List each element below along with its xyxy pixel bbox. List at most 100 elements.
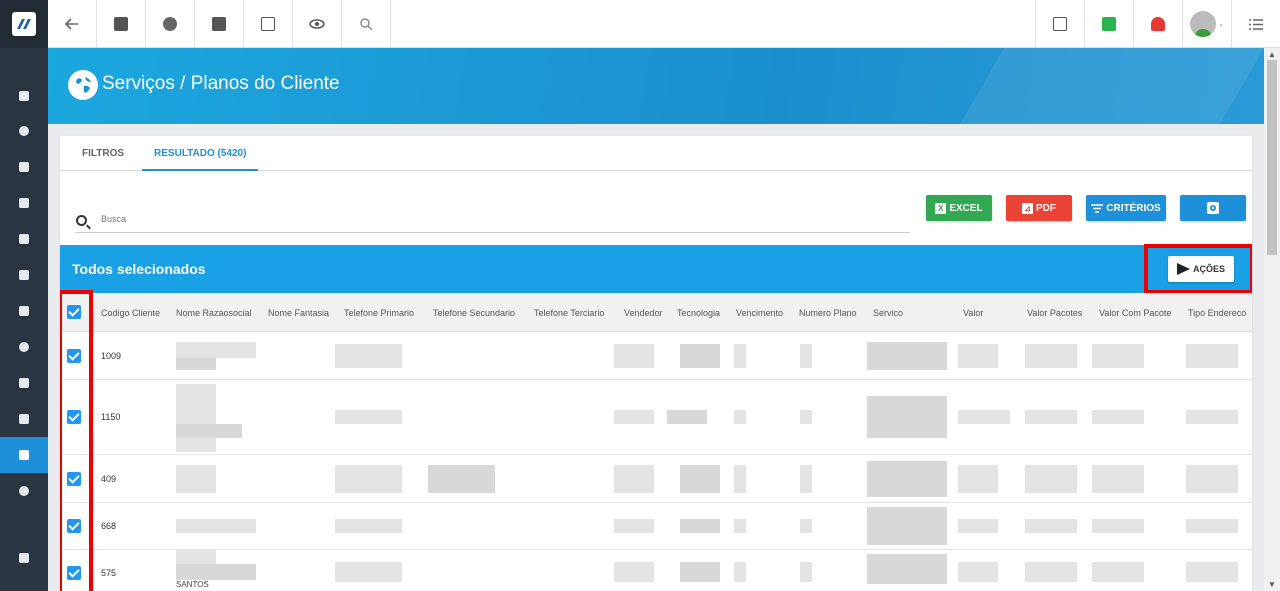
redacted-cell [680,519,720,533]
terminal-icon [261,17,275,31]
gear-icon [1207,202,1219,214]
sidebar-item-dashboard[interactable] [0,78,48,114]
table-row[interactable]: 1150 [60,380,1252,455]
criteria-button[interactable]: CRITÉRIOS [1086,195,1166,221]
excel-icon: X [935,202,947,214]
redacted-cell [335,465,402,493]
table-row[interactable]: 575 [60,550,1252,591]
scroll-down-icon[interactable]: ▼ [1268,580,1276,589]
redacted-cell [800,562,812,582]
col-telefone-primario[interactable]: Telefone Primario [344,308,414,318]
sidebar-item-video[interactable] [0,540,48,576]
scrollbar-thumb[interactable] [1267,60,1277,255]
col-valor-com-pacote[interactable]: Valor Com Pacote [1099,308,1171,318]
finance-button[interactable] [195,0,244,48]
scroll-up-icon[interactable]: ▲ [1268,50,1276,59]
redacted-cell [958,562,998,582]
selection-bar: Todos selecionados AÇÕES [60,245,1252,293]
calendar-clock-icon [163,17,177,31]
redacted-cell [1025,562,1077,582]
pdf-icon: ⊿ [1022,202,1033,214]
sidebar-item-contacts[interactable] [0,149,48,185]
chart-icon [19,126,29,136]
pdf-export-top-button[interactable] [1035,0,1084,48]
redacted-cell [958,519,998,533]
redacted-cell [958,410,1010,424]
col-valor[interactable]: Valor [963,308,983,318]
sidebar-item-settings[interactable] [0,473,48,509]
pdf-button[interactable]: ⊿ PDF [1006,195,1072,221]
server-icon [19,414,29,424]
redacted-cell [867,554,947,584]
redacted-cell [680,344,720,368]
topbar: ⌄ [48,0,1280,48]
alarm-button[interactable] [1133,0,1182,48]
redacted-cell [1186,465,1238,493]
highlight-box-checkboxes [60,290,93,591]
sidebar-item-calendar[interactable] [0,221,48,257]
redacted-cell [680,562,720,582]
col-tipo-endereco[interactable]: Tipo Endereco [1188,308,1246,318]
tab-filtros[interactable]: FILTROS [70,136,136,171]
redacted-cell [958,465,998,493]
terminal-button[interactable] [244,0,293,48]
schedule-button[interactable] [146,0,195,48]
sidebar-item-documents[interactable] [0,365,48,401]
user-menu[interactable]: ⌄ [1182,0,1231,48]
col-telefone-secundario[interactable]: Telefone Secundario [433,308,515,318]
redacted-cell [867,396,947,438]
col-codigo-cliente[interactable]: Codigo Cliente [101,308,160,318]
settings-button[interactable] [1180,195,1246,221]
sidebar-item-map[interactable] [0,329,48,365]
redacted-cell [176,342,256,358]
view-button[interactable] [293,0,342,48]
kanban-icon [19,198,29,208]
app-logo[interactable] [0,0,48,48]
menu-button[interactable] [1231,0,1280,48]
sidebar-item-kanban[interactable] [0,185,48,221]
top-search-button[interactable] [342,0,391,48]
col-valor-pacotes[interactable]: Valor Pacotes [1027,308,1082,318]
tab-resultado[interactable]: RESULTADO (5420) [142,136,259,171]
col-nome-razaosocial[interactable]: Nome Razaosocial [176,308,252,318]
table-row[interactable]: 1009 [60,332,1252,380]
sidebar-item-box[interactable] [0,257,48,293]
redacted-cell [800,519,812,533]
excel-button[interactable]: X EXCEL [926,195,992,221]
table-row[interactable]: 668 [60,503,1252,550]
redacted-cell [176,465,216,493]
pdf-button-label: PDF [1036,202,1056,214]
redacted-cell [734,410,746,424]
page-scrollbar[interactable]: ▲ ▼ [1264,48,1280,591]
col-servico[interactable]: Servico [873,308,903,318]
row-code: 1009 [101,351,122,361]
redacted-cell [176,424,242,438]
contact-card-icon [114,17,128,31]
messages-button[interactable] [1084,0,1133,48]
back-button[interactable] [48,0,97,48]
sidebar-item-chart[interactable] [0,113,48,149]
redacted-cell [1186,344,1238,368]
col-numero-plano[interactable]: Numero Plano [799,308,857,318]
table-row[interactable]: 409 [60,455,1252,503]
redacted-cell [734,465,746,493]
sidebar-item-finance[interactable] [0,293,48,329]
filter-icon [1091,203,1104,213]
contacts-button[interactable] [97,0,146,48]
redacted-cell [176,519,256,533]
tab-bar: FILTROS RESULTADO (5420) [60,136,1252,171]
sidebar-item-reports[interactable] [0,437,48,473]
col-tecnologia[interactable]: Tecnologia [677,308,720,318]
search-input[interactable] [101,214,801,224]
redacted-cell [335,410,402,424]
col-nome-fantasia[interactable]: Nome Fantasia [268,308,329,318]
col-vencimento[interactable]: Vencimento [736,308,783,318]
redacted-cell [667,410,707,424]
redacted-cell [1025,465,1077,493]
box-icon [19,270,29,280]
col-vendedor[interactable]: Vendedor [624,308,663,318]
redacted-cell [428,465,495,493]
sidebar-item-server[interactable] [0,401,48,437]
row-code: 1150 [101,412,121,422]
col-telefone-terciario[interactable]: Telefone Terciario [534,308,604,318]
